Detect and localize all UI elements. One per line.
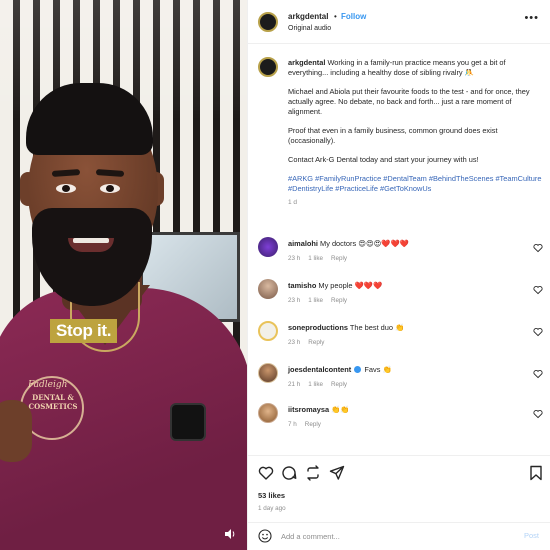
comment-username[interactable]: tamisho xyxy=(288,281,316,290)
video-player[interactable]: Fadleigh DENTAL & COSMETICS Stop it. xyxy=(0,0,247,550)
avatar[interactable] xyxy=(258,321,278,341)
audio-label[interactable]: Original audio xyxy=(288,25,331,32)
comment-item: joesdentalcontent Favs 👏 21 h 1 like Reply xyxy=(248,362,550,398)
hand xyxy=(0,400,32,462)
heart-icon[interactable] xyxy=(533,327,543,337)
avatar[interactable] xyxy=(258,363,278,383)
clinic-logo-text: DENTAL & COSMETICS xyxy=(28,393,78,411)
comment-item: tamisho My people ❤️❤️❤️ 23 h 1 like Reply xyxy=(248,278,550,314)
heart-icon[interactable] xyxy=(533,369,543,379)
comment-text: Favs 👏 xyxy=(364,365,392,374)
caption-text-3: Proof that even in a family business, co… xyxy=(288,126,498,145)
hashtags[interactable]: #ARKG #FamilyRunPractice #DentalTeam #Be… xyxy=(288,174,541,193)
pocket-device xyxy=(170,403,206,441)
reply-button[interactable]: Reply xyxy=(305,421,321,428)
heart-icon[interactable] xyxy=(533,409,543,419)
caption-time: 1 d xyxy=(288,199,298,206)
post-panel: arkgdental • Follow Original audio ••• a… xyxy=(247,0,550,550)
emoji-icon[interactable] xyxy=(258,529,272,543)
comment-username[interactable]: joesdentalcontent xyxy=(288,365,351,374)
speaker-icon[interactable] xyxy=(224,528,236,543)
header-username[interactable]: arkgdental xyxy=(288,12,328,21)
comment-time: 7 h xyxy=(288,421,297,428)
like-count[interactable]: 53 likes xyxy=(258,491,285,500)
more-icon[interactable]: ••• xyxy=(524,12,539,24)
reply-button[interactable]: Reply xyxy=(308,339,324,346)
presenter: Fadleigh DENTAL & COSMETICS xyxy=(0,0,247,550)
repost-icon[interactable] xyxy=(305,465,321,481)
send-icon[interactable] xyxy=(329,465,345,481)
clinic-logo-script: Fadleigh xyxy=(28,380,68,390)
reply-button[interactable]: Reply xyxy=(331,381,347,388)
separator-dot: • xyxy=(334,12,337,21)
reply-button[interactable]: Reply xyxy=(331,297,347,304)
comment-time: 23 h xyxy=(288,339,301,346)
bookmark-icon[interactable] xyxy=(528,465,544,481)
action-bar xyxy=(248,455,550,489)
comment-likes[interactable]: 1 like xyxy=(308,255,323,262)
comment-item: aimalohi My doctors 😍😍😍❤️❤️❤️ 23 h 1 like… xyxy=(248,236,550,272)
comment-time: 23 h xyxy=(288,255,301,262)
heart-icon[interactable] xyxy=(533,285,543,295)
comment-text: The best duo 👏 xyxy=(349,323,405,332)
heart-icon[interactable] xyxy=(258,465,274,481)
avatar[interactable] xyxy=(258,279,278,299)
comment-username[interactable]: iitsromaysa xyxy=(288,405,329,414)
reply-button[interactable]: Reply xyxy=(331,255,347,262)
add-comment-bar: Post xyxy=(248,522,550,550)
follow-button[interactable]: Follow xyxy=(341,12,366,21)
comment-time: 21 h xyxy=(288,381,301,388)
comment-item: iitsromaysa 👏👏 7 h Reply xyxy=(248,402,550,438)
heart-icon[interactable] xyxy=(533,243,543,253)
comment-text: My doctors 😍😍😍❤️❤️❤️ xyxy=(320,239,409,248)
avatar[interactable] xyxy=(258,57,278,77)
post-header: arkgdental • Follow Original audio ••• xyxy=(248,0,550,44)
comment-icon[interactable] xyxy=(281,465,297,481)
comment-input[interactable] xyxy=(281,528,501,544)
caption-text-4: Contact Ark-G Dental today and start you… xyxy=(288,155,479,164)
post-button[interactable]: Post xyxy=(524,531,539,540)
caption-text-2: Michael and Abiola put their favourite f… xyxy=(288,87,530,116)
verified-badge-icon xyxy=(354,366,362,373)
comment-text: 👏👏 xyxy=(331,405,350,414)
avatar[interactable] xyxy=(258,237,278,257)
comment-likes[interactable]: 1 like xyxy=(308,297,323,304)
comment-text: My people ❤️❤️❤️ xyxy=(318,281,383,290)
caption-username[interactable]: arkgdental xyxy=(288,58,325,67)
comment-item: soneproductions The best duo 👏 23 h Reply xyxy=(248,320,550,356)
post-age: 1 day ago xyxy=(258,505,286,512)
comment-time: 23 h xyxy=(288,297,301,304)
avatar[interactable] xyxy=(258,403,278,423)
avatar[interactable] xyxy=(258,12,278,32)
comment-likes[interactable]: 1 like xyxy=(308,381,323,388)
comment-username[interactable]: aimalohi xyxy=(288,239,318,248)
comment-username[interactable]: soneproductions xyxy=(288,323,348,332)
caption-body: arkgdental Working in a family-run pract… xyxy=(288,58,544,208)
video-caption: Stop it. xyxy=(50,319,118,343)
